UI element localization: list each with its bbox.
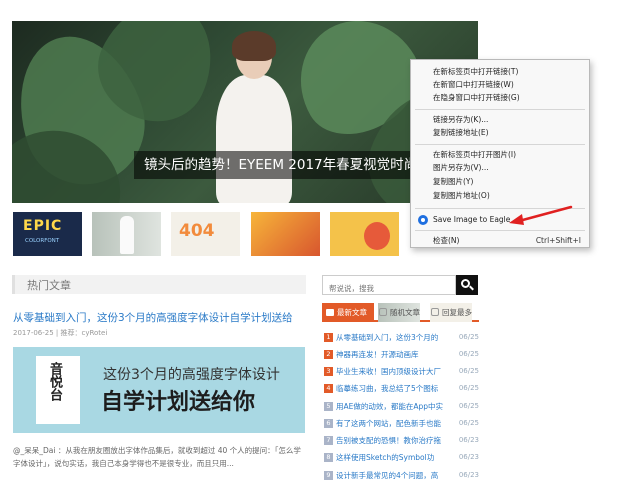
list-rank: 4 (324, 384, 333, 393)
cover-line-2: 自学计划送给你 (101, 390, 256, 415)
article-excerpt: @_呆呆_Dai ：从我在朋友圈放出字体作品集后，就收到超过 40 个人的提问：… (13, 446, 301, 468)
sidebar-tabs: 最新文章 随机文章 回复最多 (322, 303, 479, 322)
tab-random[interactable]: 随机文章 (378, 303, 420, 322)
list-date: 06/23 (458, 436, 479, 444)
menu-open-link-new-tab[interactable]: 在新标签页中打开链接(T) (433, 66, 583, 78)
list-rank: 2 (324, 350, 333, 359)
search-button[interactable] (456, 275, 478, 295)
menu-open-image-new-tab[interactable]: 在新标签页中打开图片(I) (433, 149, 583, 161)
menu-open-link-incognito[interactable]: 在隐身窗口中打开链接(G) (433, 92, 583, 104)
list-date: 06/25 (458, 402, 479, 410)
list-title[interactable]: 有了这两个网站，配色新手也能 (336, 416, 452, 431)
thumbnail-fashion[interactable] (92, 212, 161, 256)
list-item[interactable]: 2 神器再连发！开源动画库 06/25 (322, 347, 479, 362)
list-date: 06/23 (458, 453, 479, 461)
article-title-link[interactable]: 从零基础到入门，这份3个月的高强度字体设计自学计划送给 (13, 310, 293, 325)
thumbnail-epic-sub: COLORFONT (25, 238, 60, 244)
list-date: 06/25 (458, 384, 479, 392)
list-title[interactable]: 毕业生来收！国内顶级设计大厂 (336, 364, 452, 379)
list-rank: 1 (324, 333, 333, 342)
thumbnail-epic[interactable]: EPIC COLORFONT (13, 212, 82, 256)
cover-card: 音悦台 (36, 356, 80, 424)
list-rank: 7 (324, 436, 333, 445)
list-item[interactable]: 9 设计新手最常见的4个问题，高 06/23 (322, 468, 479, 483)
search-icon-handle (469, 285, 474, 291)
list-date: 06/25 (458, 367, 479, 375)
menu-save-image-as[interactable]: 图片另存为(V)... (433, 162, 583, 174)
search-field[interactable] (322, 275, 456, 298)
list-title[interactable]: 设计新手最常见的4个问题，高 (336, 468, 452, 483)
comment-icon (431, 308, 439, 316)
thumbnail-character-shape (364, 222, 390, 250)
menu-inspect[interactable]: 检查(N) Ctrl+Shift+I (433, 235, 583, 247)
thumbnail-illustration[interactable] (251, 212, 320, 256)
list-item[interactable]: 7 告别被支配的恐惧！教你治疗拖 06/23 (322, 433, 479, 448)
menu-open-link-new-window[interactable]: 在新窗口中打开链接(W) (433, 79, 583, 91)
tab-most-replies[interactable]: 回复最多 (430, 303, 472, 322)
hot-articles-header: 热门文章 (12, 275, 306, 294)
search-input[interactable] (323, 279, 455, 298)
tab-most-replies-label: 回复最多 (442, 308, 472, 317)
menu-separator (415, 144, 585, 145)
list-rank: 5 (324, 402, 333, 411)
menu-copy-link-address[interactable]: 复制链接地址(E) (433, 127, 583, 139)
shuffle-icon (379, 308, 387, 316)
article-cover-image[interactable]: 音悦台 这份3个月的高强度字体设计 自学计划送给你 (13, 347, 305, 433)
thumbnail-character[interactable] (330, 212, 399, 256)
article-meta: 2017-06-25 | 推荐：cyRotei (13, 329, 108, 337)
list-rank: 9 (324, 471, 333, 480)
menu-inspect-shortcut: Ctrl+Shift+I (535, 236, 581, 245)
thumbnail-404-text: 404 (179, 221, 215, 241)
tab-random-label: 随机文章 (390, 308, 420, 317)
list-item[interactable]: 8 这样使用Sketch的Symbol功 06/23 (322, 450, 479, 465)
hot-articles-heading: 热门文章 (27, 279, 71, 292)
list-title[interactable]: 告别被支配的恐惧！教你治疗拖 (336, 433, 452, 448)
menu-save-link-as[interactable]: 链接另存为(K)... (433, 114, 583, 126)
red-arrow-annotation (509, 205, 573, 225)
tab-latest[interactable]: 最新文章 (322, 303, 374, 322)
list-date: 06/25 (458, 419, 479, 427)
list-title[interactable]: 神器再连发！开源动画库 (336, 347, 452, 362)
menu-separator (415, 109, 585, 110)
list-rank: 8 (324, 453, 333, 462)
list-title[interactable]: 用AE做的动效，都能在App中实 (336, 399, 452, 414)
hero-banner[interactable]: 镜头后的趋势！EYEEM 2017年春夏视觉时尚趋 ← (12, 21, 478, 203)
cover-card-text: 音悦台 (47, 362, 62, 401)
new-badge-icon (326, 309, 334, 316)
thumbnail-epic-title: EPIC (23, 218, 63, 234)
list-item[interactable]: 6 有了这两个网站，配色新手也能 06/25 (322, 416, 479, 431)
list-item[interactable]: 5 用AE做的动效，都能在App中实 06/25 (322, 399, 479, 414)
eagle-icon (418, 215, 428, 225)
list-title[interactable]: 临摹练习曲，我总结了5个图标 (336, 381, 452, 396)
list-date: 06/23 (458, 471, 479, 479)
cover-line-1: 这份3个月的高强度字体设计 (103, 367, 280, 383)
list-item[interactable]: 3 毕业生来收！国内顶级设计大厂 06/25 (322, 364, 479, 379)
list-rank: 3 (324, 367, 333, 376)
tab-latest-label: 最新文章 (337, 308, 367, 317)
thumbnail-figure (120, 216, 134, 254)
menu-copy-image-address[interactable]: 复制图片地址(O) (433, 190, 583, 202)
list-date: 06/25 (458, 333, 479, 341)
thumbnail-404[interactable]: 404 (171, 212, 240, 256)
list-title[interactable]: 这样使用Sketch的Symbol功 (336, 450, 452, 465)
list-item[interactable]: 4 临摹练习曲，我总结了5个图标 06/25 (322, 381, 479, 396)
list-item[interactable]: 1 从零基础到入门，这份3个月的 06/25 (322, 330, 479, 345)
menu-copy-image[interactable]: 复制图片(Y) (433, 176, 583, 188)
list-date: 06/25 (458, 350, 479, 358)
menu-inspect-label: 检查(N) (433, 236, 460, 245)
list-title[interactable]: 从零基础到入门，这份3个月的 (336, 330, 452, 345)
menu-separator (415, 230, 585, 231)
list-rank: 6 (324, 419, 333, 428)
